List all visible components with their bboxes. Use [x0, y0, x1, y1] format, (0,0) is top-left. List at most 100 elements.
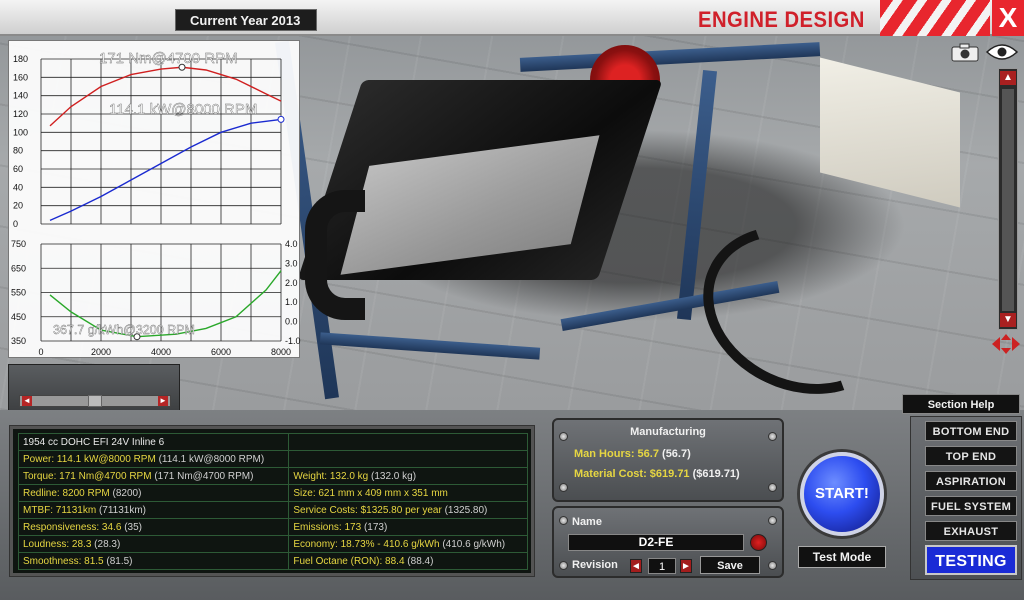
- section-help-button[interactable]: Section Help: [902, 394, 1020, 414]
- section-top-end[interactable]: TOP END: [925, 446, 1017, 466]
- stat-fuel-octane: Fuel Octane (RON): 88.4 (88.4): [288, 552, 528, 570]
- start-button[interactable]: START!: [800, 452, 884, 536]
- man-hours: Man Hours: 56.7 (56.7): [574, 448, 691, 460]
- stat-responsiveness: Responsiveness: 34.6 (35): [17, 518, 290, 536]
- x-tick-label: 8000: [271, 347, 291, 357]
- slider-left-icon[interactable]: ◄: [22, 396, 32, 406]
- section-exhaust[interactable]: EXHAUST: [925, 521, 1017, 541]
- bolt-icon: [768, 516, 777, 525]
- x-tick-label: 0: [38, 347, 43, 357]
- scroll-track[interactable]: [1002, 89, 1014, 311]
- power-annotation: 114.1 kW@8000 RPM: [109, 101, 257, 118]
- y2-tick-label: -1.0: [285, 336, 301, 346]
- stat-service-costs: Service Costs: $1325.80 per year (1325.8…: [288, 501, 528, 519]
- stat-smoothness: Smoothness: 81.5 (81.5): [17, 552, 290, 570]
- y-tick-label: 550: [11, 288, 26, 298]
- close-button[interactable]: X: [992, 0, 1024, 36]
- stat-mtbf: MTBF: 71131km (71131km): [17, 501, 290, 519]
- engine-stand-beam: [519, 42, 821, 72]
- name-label: Name: [572, 516, 602, 528]
- stat-emissions: Emissions: 173 (173): [288, 518, 528, 536]
- y-tick-label: 40: [13, 182, 23, 192]
- fuel-tank: [820, 57, 960, 208]
- revision-increment-button[interactable]: ►: [680, 559, 692, 573]
- test-mode-button[interactable]: Test Mode: [798, 546, 886, 568]
- table-cell: [288, 450, 528, 468]
- engine-stats-panel: 1954 cc DOHC EFI 24V Inline 6 Power: 114…: [9, 425, 535, 577]
- camera-icon[interactable]: [950, 42, 980, 62]
- power-peak-marker: [277, 115, 285, 123]
- bolt-icon: [559, 483, 568, 492]
- table-row: Redline: 8200 RPM (8200) Size: 621 mm x …: [17, 484, 528, 502]
- header-stripes: [880, 0, 990, 36]
- bolt-icon: [559, 516, 568, 525]
- eye-icon[interactable]: [985, 42, 1019, 62]
- table-row: 1954 cc DOHC EFI 24V Inline 6: [17, 433, 528, 451]
- section-fuel-system[interactable]: FUEL SYSTEM: [925, 496, 1017, 516]
- stat-redline: Redline: 8200 RPM (8200): [17, 484, 290, 502]
- charts-svg: 0 20 40 60 80 100 120 140 160 180 350 450 550 650 750 -…: [11, 50, 301, 357]
- scroll-up-icon[interactable]: ▲: [1000, 71, 1016, 85]
- x-tick-label: 2000: [91, 347, 111, 357]
- y-tick-label: 80: [13, 146, 23, 156]
- y2-tick-label: 4.0: [285, 239, 298, 249]
- slider-handle[interactable]: [88, 395, 102, 407]
- scroll-down-icon[interactable]: ▼: [1000, 313, 1016, 327]
- revision-value: 1: [648, 558, 676, 574]
- y-tick-label: 160: [13, 72, 28, 82]
- engine-name-input[interactable]: D2-FE: [568, 534, 744, 551]
- section-testing[interactable]: TESTING: [925, 545, 1017, 575]
- zoom-scrollbar[interactable]: ▲ ▼: [998, 68, 1018, 330]
- engine-stand-beam: [319, 332, 541, 360]
- table-row: MTBF: 71131km (71131km) Service Costs: $…: [17, 501, 528, 519]
- slider-right-icon[interactable]: ►: [158, 396, 168, 406]
- top-bar: Current Year 2013 ENGINE DESIGN X: [0, 0, 1024, 36]
- material-cost: Material Cost: $619.71 ($619.71): [574, 468, 740, 480]
- power-curve: [49, 118, 282, 221]
- engine-name: 1954 cc DOHC EFI 24V Inline 6: [17, 433, 290, 451]
- save-button[interactable]: Save: [700, 556, 760, 574]
- manufacturing-panel: Manufacturing Man Hours: 56.7 (56.7) Mat…: [552, 418, 784, 502]
- y-tick-label: 20: [13, 201, 23, 211]
- engine-cable: [675, 195, 925, 425]
- y-tick-label: 120: [13, 109, 28, 119]
- clear-name-icon[interactable]: [750, 534, 767, 551]
- stat-loudness: Loudness: 28.3 (28.3): [17, 535, 290, 553]
- revision-decrement-button[interactable]: ◄: [630, 559, 642, 573]
- name-panel: Name D2-FE Revision ◄ 1 ► Save: [552, 506, 784, 578]
- x-tick-label: 4000: [151, 347, 171, 357]
- x-tick-label: 6000: [211, 347, 231, 357]
- y2-tick-label: 3.0: [285, 258, 298, 268]
- table-cell: [288, 433, 528, 451]
- table-row: Power: 114.1 kW@8000 RPM (114.1 kW@8000 …: [17, 450, 528, 468]
- rpm-slider-panel: ◄ ►: [8, 364, 180, 416]
- performance-charts: 0 20 40 60 80 100 120 140 160 180 350 450 550 650 750 -…: [8, 40, 301, 358]
- stat-economy: Economy: 18.73% - 410.6 g/kWh (410.6 g/k…: [288, 535, 528, 553]
- table-row: Torque: 171 Nm@4700 RPM (171 Nm@4700 RPM…: [17, 467, 528, 485]
- rpm-slider[interactable]: ◄ ►: [19, 395, 171, 407]
- section-nav: BOTTOM END TOP END ASPIRATION FUEL SYSTE…: [910, 416, 1022, 580]
- section-aspiration[interactable]: ASPIRATION: [925, 471, 1017, 491]
- table-row: Smoothness: 81.5 (81.5) Fuel Octane (RON…: [17, 552, 528, 570]
- stat-weight: Weight: 132.0 kg (132.0 kg): [288, 467, 528, 485]
- y2-tick-label: 2.0: [285, 278, 298, 288]
- y-tick-label: 350: [11, 336, 26, 346]
- economy-annotation: 367.7 g/kWh@3200 RPM: [53, 323, 195, 337]
- bolt-icon: [559, 561, 568, 570]
- y-tick-label: 60: [13, 164, 23, 174]
- revision-label: Revision: [572, 559, 618, 571]
- y-tick-label: 750: [11, 239, 26, 249]
- page-title: ENGINE DESIGN: [698, 7, 865, 32]
- y2-tick-label: 0.0: [285, 317, 298, 327]
- engine-stats-table: 1954 cc DOHC EFI 24V Inline 6 Power: 114…: [17, 433, 528, 570]
- y-tick-label: 100: [13, 127, 28, 137]
- move-view-icon[interactable]: [990, 333, 1022, 355]
- y-tick-label: 180: [13, 54, 28, 64]
- current-year-label: Current Year 2013: [175, 9, 317, 31]
- stat-torque: Torque: 171 Nm@4700 RPM (171 Nm@4700 RPM…: [17, 467, 290, 485]
- table-row: Responsiveness: 34.6 (35) Emissions: 173…: [17, 518, 528, 536]
- section-bottom-end[interactable]: BOTTOM END: [925, 421, 1017, 441]
- y-tick-label: 0: [13, 219, 18, 229]
- bolt-icon: [768, 483, 777, 492]
- intake-pipe: [305, 190, 365, 320]
